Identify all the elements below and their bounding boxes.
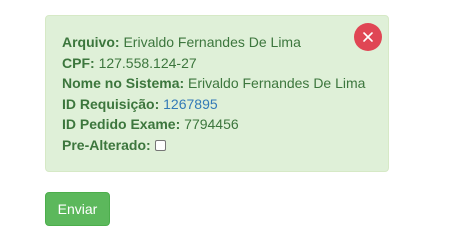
field-id-requisicao: ID Requisição: 1267895	[62, 94, 388, 115]
close-button[interactable]	[354, 23, 382, 51]
field-label: ID Requisição:	[62, 95, 160, 112]
field-label: Nome no Sistema:	[62, 75, 185, 91]
send-button[interactable]: Enviar	[45, 192, 110, 226]
field-label: Arquivo:	[62, 34, 120, 50]
field-value: Erivaldo Fernandes De Lima	[188, 75, 366, 91]
field-cpf: CPF: 127.558.124-27	[62, 53, 388, 74]
field-id-pedido-exame: ID Pedido Exame: 7794456	[62, 114, 388, 135]
requisicao-link[interactable]: 1267895	[163, 96, 218, 112]
field-label: Pre-Alterado:	[62, 136, 151, 153]
field-value: Erivaldo Fernandes De Lima	[123, 34, 301, 50]
field-nome-no-sistema: Nome no Sistema: Erivaldo Fernandes De L…	[62, 73, 388, 94]
pre-alterado-checkbox[interactable]	[154, 139, 166, 151]
field-pre-alterado: Pre-Alterado:	[62, 135, 388, 156]
field-value: 7794456	[184, 116, 239, 132]
field-label: ID Pedido Exame:	[62, 116, 181, 132]
field-arquivo: Arquivo: Erivaldo Fernandes De Lima	[62, 32, 388, 53]
field-value: 127.558.124-27	[98, 54, 197, 71]
info-panel: Arquivo: Erivaldo Fernandes De Lima CPF:…	[45, 15, 389, 172]
field-label: CPF:	[62, 54, 95, 71]
close-icon	[363, 32, 373, 42]
